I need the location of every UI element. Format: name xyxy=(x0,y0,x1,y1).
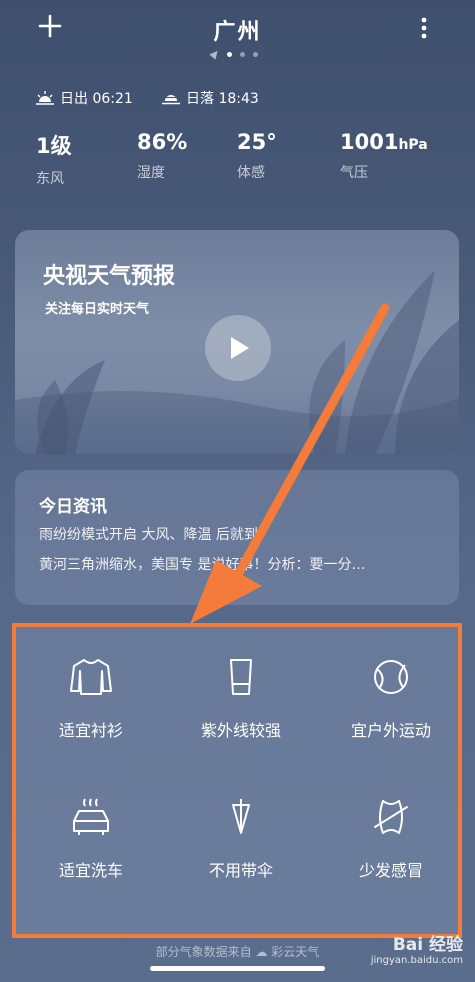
ball-icon xyxy=(374,660,408,694)
sunset-text: 日落 18:43 xyxy=(186,91,259,107)
shirt-icon xyxy=(70,659,112,695)
life-item-label: 少发感冒 xyxy=(358,861,423,880)
watermark-url: jingyan.baidu.com xyxy=(370,955,463,966)
play-button[interactable] xyxy=(205,315,271,381)
news-item[interactable]: 雨纷纷模式开启 大风、降温 后就到 xyxy=(39,524,258,544)
sunrise: 日出 06:21 xyxy=(36,88,133,108)
stat-wind: 1级 东风 xyxy=(36,130,72,188)
life-index-card: 适宜衬衫 紫外线较强 宜户外运动 适宜洗车 不用带伞 少发感冒 xyxy=(12,623,462,938)
stat-label: 体感 xyxy=(237,165,265,181)
sunrise-text: 日出 06:21 xyxy=(60,91,133,107)
city-title[interactable]: 广州 xyxy=(0,14,475,46)
life-item-label: 不用带伞 xyxy=(208,861,273,880)
stat-feels-like: 25° 体感 xyxy=(237,130,277,182)
life-item-label: 宜户外运动 xyxy=(350,721,431,740)
news-card[interactable]: 今日资讯 雨纷纷模式开启 大风、降温 后就到 黄河三角洲缩水，美国专 是说好事！… xyxy=(15,470,459,605)
car-wash-icon xyxy=(73,798,109,835)
stat-humidity: 86% 湿度 xyxy=(137,130,187,182)
video-subtitle: 关注每日实时天气 xyxy=(45,302,150,317)
video-title: 央视天气预报 xyxy=(43,264,176,289)
life-item-clothing[interactable]: 适宜衬衫 xyxy=(16,657,166,741)
baidu-watermark: Bai 经验 jingyan.baidu.com xyxy=(371,930,463,966)
sunset-icon xyxy=(162,95,180,105)
stat-label: 气压 xyxy=(340,165,368,181)
cup-icon xyxy=(230,659,252,695)
page-dot xyxy=(227,51,232,57)
umbrella-icon xyxy=(232,799,250,834)
life-item-label: 适宜衬衫 xyxy=(58,721,123,740)
location-arrow-icon xyxy=(209,48,221,60)
watermark-logo: Bai 经验 xyxy=(392,935,463,955)
news-item[interactable]: 黄河三角洲缩水，美国专 是说好事！分析：要一分… xyxy=(39,554,365,574)
more-vertical-icon xyxy=(421,17,427,39)
news-title: 今日资讯 xyxy=(39,497,107,517)
home-indicator[interactable] xyxy=(150,966,325,971)
life-item-label: 适宜洗车 xyxy=(58,861,123,880)
stat-unit: hPa xyxy=(398,137,428,153)
life-item-label: 紫外线较强 xyxy=(200,721,281,740)
stat-value: 1001 xyxy=(340,130,399,154)
life-item-umbrella[interactable]: 不用带伞 xyxy=(166,797,316,881)
life-item-car-wash[interactable]: 适宜洗车 xyxy=(16,797,166,881)
more-menu-button[interactable] xyxy=(414,16,434,44)
stat-value: 25° xyxy=(237,130,277,154)
sunset: 日落 18:43 xyxy=(162,88,259,108)
play-icon xyxy=(231,337,249,359)
stat-label: 湿度 xyxy=(137,165,165,181)
life-item-sport[interactable]: 宜户外运动 xyxy=(316,657,466,741)
cold-icon xyxy=(374,800,408,834)
page-indicator xyxy=(209,48,258,60)
page-dot xyxy=(253,51,258,57)
stat-value: 86% xyxy=(137,130,188,154)
life-item-uv[interactable]: 紫外线较强 xyxy=(166,657,316,741)
life-item-cold[interactable]: 少发感冒 xyxy=(316,797,466,881)
page-dot xyxy=(240,51,245,57)
stat-label: 东风 xyxy=(36,171,64,187)
sunrise-icon xyxy=(36,91,54,105)
video-forecast-card[interactable]: 央视天气预报 关注每日实时天气 xyxy=(15,230,459,454)
stat-pressure: 1001hPa 气压 xyxy=(340,130,428,182)
stat-value: 1级 xyxy=(36,134,72,158)
